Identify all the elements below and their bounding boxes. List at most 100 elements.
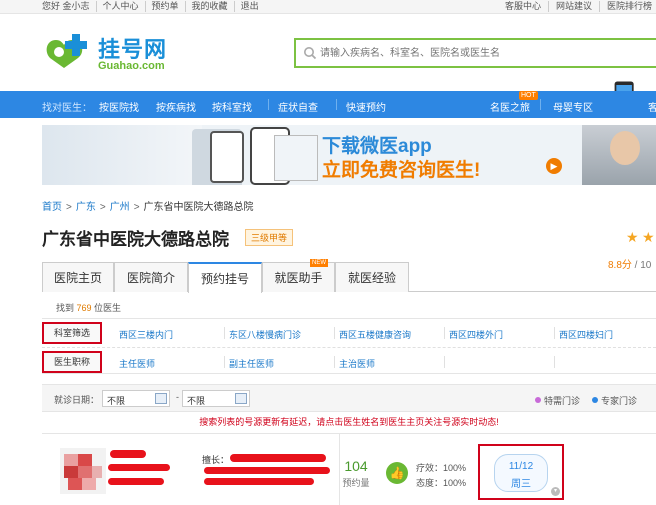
tab-hospital-home[interactable]: 医院主页 <box>42 262 114 292</box>
search-box <box>294 38 656 68</box>
nav-app-label[interactable]: 客 <box>648 99 656 114</box>
title-filter-row: 医生职称 主任医师 副主任医师 主治医师 <box>42 347 656 375</box>
department-filter-label: 科室筛选 <box>42 322 102 344</box>
tab-booking[interactable]: 预约挂号 <box>188 262 262 293</box>
hot-badge: HOT <box>519 91 538 100</box>
calendar-icon[interactable] <box>155 393 167 404</box>
doctor-avatar[interactable] <box>60 448 106 494</box>
nav-separator <box>336 99 337 110</box>
hospital-name: 广东省中医院大德路总院 <box>42 230 229 249</box>
redacted-name <box>110 450 146 458</box>
thumbs-up-icon: 👍 <box>386 462 408 484</box>
doctor-filter: 科室筛选 西区三楼内门 东区八楼慢病门诊 西区五楼健康咨询 西区四楼外门 西区四… <box>42 318 656 374</box>
dept-option[interactable]: 西区四楼外门 <box>449 328 503 341</box>
date-to-field[interactable]: 不限 <box>182 390 250 407</box>
title-option[interactable]: 副主任医师 <box>229 357 274 370</box>
legend-expert-clinic: 专家门诊 <box>592 394 637 407</box>
nav-by-disease[interactable]: 按疾病找 <box>156 99 196 114</box>
redacted-specialty <box>204 467 330 474</box>
breadcrumb-province[interactable]: 广东 <box>76 202 96 213</box>
date-from-field[interactable]: 不限 <box>102 390 170 407</box>
nav-by-department[interactable]: 按科室找 <box>212 99 252 114</box>
nav-separator <box>268 99 269 110</box>
suggestion-link[interactable]: 网站建议 <box>549 1 600 12</box>
nav-famous-doctor-trip[interactable]: 名医之旅 <box>490 99 530 114</box>
redacted-dept <box>108 478 164 485</box>
efficacy-rating: 疗效：100% <box>416 463 467 473</box>
expand-icon[interactable]: ▾ <box>551 487 560 496</box>
title-filter-label: 医生职称 <box>42 351 102 373</box>
star-icon: ★ <box>626 229 639 245</box>
breadcrumb-current: 广东省中医院大德路总院 <box>143 202 254 213</box>
redacted-specialty <box>230 454 326 462</box>
visit-date-label: 就诊日期： <box>54 395 100 405</box>
hospital-tabs: 医院主页 医院简介 预约挂号 就医助手 NEW 就医经验 <box>42 259 656 293</box>
breadcrumb-city[interactable]: 广州 <box>110 202 130 213</box>
logo-mark-icon <box>46 34 87 68</box>
banner-arrow-icon: ▶ <box>546 158 562 174</box>
dept-option[interactable]: 西区三楼内门 <box>119 328 173 341</box>
booking-count: 104 <box>344 458 368 474</box>
department-filter-row: 科室筛选 西区三楼内门 东区八楼慢病门诊 西区五楼健康咨询 西区四楼外门 西区四… <box>42 319 656 347</box>
nav-by-hospital[interactable]: 按医院找 <box>99 99 139 114</box>
legend-special-clinic: 特需门诊 <box>535 394 580 407</box>
legend-dot-icon <box>535 397 541 403</box>
dept-option[interactable]: 西区四楼妇门 <box>559 328 613 341</box>
appointments-link[interactable]: 预约单 <box>146 1 186 12</box>
specialty-label: 擅长： <box>202 455 230 465</box>
nav-symptom-check[interactable]: 症状自查 <box>278 99 318 114</box>
tab-label: 就医助手 <box>274 271 323 285</box>
banner-person-image <box>582 125 656 185</box>
banner-subheadline: 立即免费咨询医生! <box>322 160 481 181</box>
user-links: 您好 金小志 个人中心 预约单 我的收藏 退出 <box>42 1 265 12</box>
update-notice: 搜索列表的号源更新有延迟，请点击医生姓名到医生主页关注号源实时动态! <box>199 417 499 427</box>
banner-background <box>42 125 202 185</box>
banner-screen-image <box>274 135 318 181</box>
main-nav: 找对医生： 按医院找 按疾病找 按科室找 症状自查 快速预约 名医之旅 HOT … <box>0 91 656 118</box>
title-option[interactable]: 主治医师 <box>339 357 375 370</box>
calendar-icon[interactable] <box>235 393 247 404</box>
star-icon: ★ <box>642 229 655 245</box>
logout-link[interactable]: 退出 <box>235 1 265 12</box>
search-input[interactable] <box>320 44 640 62</box>
banner-phone-image <box>210 131 244 183</box>
tab-medical-assistant[interactable]: 就医助手 NEW <box>262 259 335 292</box>
breadcrumb-home[interactable]: 首页 <box>42 202 62 213</box>
app-download-banner[interactable]: 下载微医app 立即免费咨询医生! ▶ <box>42 125 656 185</box>
booking-count-label: 预约量 <box>342 478 370 488</box>
attitude-rating: 态度：100% <box>416 478 467 488</box>
schedule-slot-button[interactable]: 11/12 周三 <box>494 454 548 492</box>
top-bar: 您好 金小志 个人中心 预约单 我的收藏 退出 客服中心 网站建议 医院排行榜 <box>0 0 656 14</box>
find-doctor-label: 找对医生： <box>42 103 92 114</box>
nav-mother-baby[interactable]: 母婴专区 <box>553 99 593 114</box>
dept-option[interactable]: 西区五楼健康咨询 <box>339 328 411 341</box>
slot-weekday: 周三 <box>511 479 531 490</box>
result-count: 找到 769 位医生 <box>56 303 122 313</box>
title-option[interactable]: 主任医师 <box>119 357 155 370</box>
service-center-link[interactable]: 客服中心 <box>498 1 549 12</box>
legend-dot-icon <box>592 397 598 403</box>
tab-medical-experience[interactable]: 就医经验 <box>335 262 409 292</box>
search-icon <box>304 47 317 60</box>
hospital-ranking-link[interactable]: 医院排行榜 <box>600 1 652 12</box>
personal-center-link[interactable]: 个人中心 <box>97 1 146 12</box>
slot-date: 11/12 <box>508 461 534 472</box>
schedule-slot[interactable]: 11/12 周三 ▾ <box>478 444 564 500</box>
breadcrumb: 首页 > 广东 > 广州 > 广东省中医院大德路总院 <box>42 202 254 213</box>
redacted-specialty <box>204 478 314 485</box>
hospital-level-badge: 三级甲等 <box>245 229 294 246</box>
dept-option[interactable]: 东区八楼慢病门诊 <box>229 328 301 341</box>
banner-headline: 下载微医app <box>322 136 432 157</box>
redacted-title <box>108 464 170 471</box>
nav-separator <box>540 99 541 110</box>
date-filter-bar: 就诊日期： 不限 - 不限 特需门诊 专家门诊 <box>42 384 656 412</box>
tab-hospital-intro[interactable]: 医院简介 <box>114 262 188 292</box>
nav-quick-booking[interactable]: 快速预约 <box>346 99 386 114</box>
site-links: 客服中心 网站建议 医院排行榜 <box>498 1 652 12</box>
doctor-row: 擅长： 104 预约量 👍 疗效：100% 态度：100% 11/12 周三 ▾ <box>42 434 656 505</box>
logo-domain: Guahao.com <box>98 60 165 72</box>
greeting: 您好 金小志 <box>42 1 97 12</box>
favorites-link[interactable]: 我的收藏 <box>186 1 235 12</box>
new-badge: NEW <box>310 259 328 267</box>
site-logo[interactable]: 挂号网 Guahao.com <box>42 26 182 76</box>
